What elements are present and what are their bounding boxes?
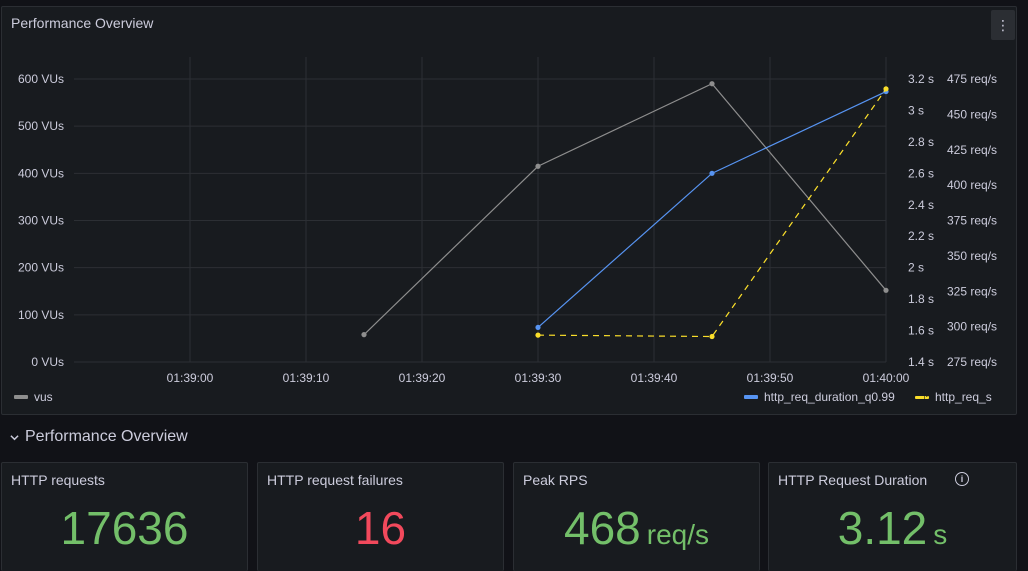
- chevron-down-icon: [10, 434, 19, 440]
- y-tick-label-rps: 375 req/s: [947, 214, 997, 228]
- stat-value: 468 req/s: [564, 502, 709, 554]
- stat-unit: req/s: [646, 519, 709, 550]
- x-tick-label: 01:39:50: [747, 371, 794, 385]
- y-tick-label-duration: 3.2 s: [908, 72, 934, 86]
- panel-title[interactable]: HTTP requests: [11, 472, 105, 488]
- y-tick-label-rps: 475 req/s: [947, 72, 997, 86]
- y-tick-label-duration: 1.4 s: [908, 355, 934, 369]
- y-tick-label-left: 600 VUs: [18, 72, 64, 86]
- y-tick-label-rps: 300 req/s: [947, 320, 997, 334]
- x-tick-label: 01:39:00: [167, 371, 214, 385]
- data-point: [535, 324, 541, 331]
- legend-item-vus[interactable]: vus: [14, 390, 53, 404]
- y-tick-label-left: 100 VUs: [18, 308, 64, 322]
- data-point: [535, 163, 541, 169]
- y-tick-label-left: 400 VUs: [18, 166, 64, 180]
- y-tick-label-duration: 3 s: [908, 103, 924, 117]
- x-tick-label: 01:39:30: [515, 371, 562, 385]
- legend-item-http-req-s[interactable]: http_req_s: [915, 390, 992, 404]
- data-point: [361, 332, 367, 338]
- data-point: [535, 332, 541, 338]
- y-tick-label-rps: 325 req/s: [947, 284, 997, 298]
- y-tick-label-duration: 2 s: [908, 261, 924, 275]
- legend-item-http-req-duration[interactable]: http_req_duration_q0.99: [744, 390, 895, 404]
- y-tick-label-left: 500 VUs: [18, 119, 64, 133]
- stat-panel-http-request-duration: HTTP Request Duration i 3.12 s: [768, 462, 1017, 571]
- row-title: Performance Overview: [25, 428, 188, 445]
- data-point: [709, 170, 715, 176]
- data-point: [883, 86, 889, 92]
- legend-label: http_req_duration_q0.99: [764, 390, 895, 404]
- row-collapse-toggle[interactable]: Performance Overview: [10, 428, 188, 446]
- y-tick-label-rps: 275 req/s: [947, 355, 997, 369]
- y-tick-label-duration: 2.2 s: [908, 229, 934, 243]
- y-tick-label-duration: 1.6 s: [908, 324, 934, 338]
- series-line-1: [537, 91, 887, 328]
- stat-value: 16: [354, 502, 407, 554]
- info-icon[interactable]: i: [955, 472, 969, 486]
- legend-swatch: [744, 395, 758, 399]
- panel-title[interactable]: HTTP Request Duration: [778, 472, 927, 488]
- legend-label: http_req_s: [935, 390, 992, 404]
- x-tick-label: 01:39:10: [283, 371, 330, 385]
- stat-panel-http-requests: HTTP requests 17636: [1, 462, 248, 571]
- x-tick-label: 01:39:40: [631, 371, 678, 385]
- series-line-0: [363, 82, 887, 336]
- performance-overview-panel: Performance Overview ⋮ 0 VUs 100 VUs 200 V…: [1, 6, 1017, 415]
- timeseries-chart[interactable]: 0 VUs 100 VUs 200 VUs 300 VUs 400 VUs 500 VUs…: [2, 7, 1016, 414]
- stat-unit: s: [933, 519, 948, 550]
- data-point: [709, 333, 715, 340]
- legend-swatch: [915, 395, 929, 399]
- x-tick-label: 01:40:00: [863, 371, 910, 385]
- x-tick-label: 01:39:20: [399, 371, 446, 385]
- y-tick-label-duration: 2.4 s: [908, 198, 934, 212]
- panel-title[interactable]: HTTP request failures: [267, 472, 403, 488]
- y-tick-label-rps: 350 req/s: [947, 249, 997, 263]
- stat-panel-http-request-failures: HTTP request failures 16: [257, 462, 504, 571]
- y-tick-label-rps: 400 req/s: [947, 178, 997, 192]
- legend-label: vus: [34, 390, 53, 404]
- stat-value: 17636: [60, 502, 189, 554]
- y-tick-label-rps: 425 req/s: [947, 143, 997, 157]
- y-tick-label-duration: 2.6 s: [908, 166, 934, 180]
- stat-panel-peak-rps: Peak RPS 468 req/s: [513, 462, 760, 571]
- legend-swatch: [14, 395, 28, 399]
- y-tick-label-duration: 1.8 s: [908, 292, 934, 306]
- y-tick-label-left: 0 VUs: [31, 355, 64, 369]
- stat-value: 3.12 s: [837, 502, 948, 554]
- data-point: [883, 287, 889, 293]
- y-tick-label-left: 300 VUs: [18, 214, 64, 228]
- panel-title[interactable]: Peak RPS: [523, 472, 588, 488]
- y-tick-label-rps: 450 req/s: [947, 107, 997, 121]
- y-tick-label-duration: 2.8 s: [908, 135, 934, 149]
- y-tick-label-left: 200 VUs: [18, 261, 64, 275]
- data-point: [709, 81, 715, 87]
